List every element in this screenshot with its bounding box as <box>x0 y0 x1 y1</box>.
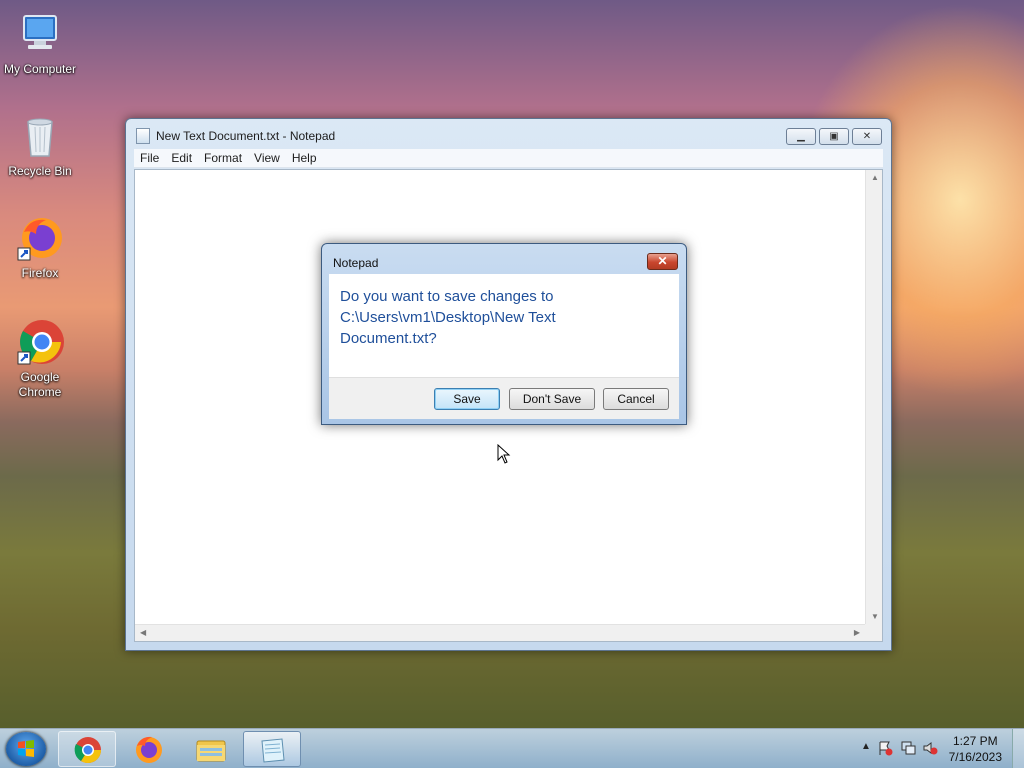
show-hidden-icons-icon[interactable]: ▲ <box>861 741 871 752</box>
desktop-icon-recycle-bin[interactable]: Recycle Bin <box>0 112 80 179</box>
dialog-title: Notepad <box>333 256 379 270</box>
desktop-icon-label: My Computer <box>3 62 77 76</box>
clock-time: 1:27 PM <box>952 734 998 748</box>
notepad-titlebar[interactable]: New Text Document.txt - Notepad ▁ ▣ ✕ <box>126 119 891 149</box>
start-button[interactable] <box>6 732 46 766</box>
menu-view[interactable]: View <box>248 149 286 168</box>
close-icon: ✕ <box>657 254 668 268</box>
taskbar: ▲ 1:27 PM 7/16/2023 <box>0 728 1024 768</box>
desktop-icon-google-chrome[interactable]: Google Chrome <box>0 318 80 400</box>
volume-muted-icon[interactable] <box>922 740 938 761</box>
notepad-icon <box>261 738 285 763</box>
menu-format[interactable]: Format <box>198 149 248 168</box>
taskbar-chrome-button[interactable] <box>58 731 116 767</box>
system-tray: ▲ 1:27 PM 7/16/2023 <box>834 729 1024 768</box>
save-button[interactable]: Save <box>434 388 500 410</box>
dialog-message: Do you want to save changes to C:\Users\… <box>340 288 556 347</box>
network-icon[interactable] <box>900 740 916 761</box>
scroll-up-icon[interactable]: ▲ <box>871 173 879 182</box>
vertical-scrollbar[interactable]: ▲ ▼ <box>865 170 882 624</box>
dialog-body: Do you want to save changes to C:\Users\… <box>329 274 679 377</box>
desktop-icon-label: Google Chrome <box>18 370 62 399</box>
dialog-footer: Save Don't Save Cancel <box>329 377 679 419</box>
window-title: New Text Document.txt - Notepad <box>156 129 336 143</box>
save-changes-dialog: Notepad ✕ Do you want to save changes to… <box>321 243 687 425</box>
system-clock[interactable]: 1:27 PM 7/16/2023 <box>949 733 1002 765</box>
horizontal-scrollbar[interactable]: ◀ ▶ <box>135 624 865 641</box>
computer-icon <box>16 10 64 58</box>
clock-date: 7/16/2023 <box>948 750 1002 764</box>
mouse-cursor-icon <box>497 443 511 469</box>
file-explorer-icon <box>196 740 226 762</box>
close-icon: ✕ <box>862 131 872 142</box>
cancel-button[interactable]: Cancel <box>603 388 669 410</box>
action-center-flag-icon[interactable] <box>877 740 893 761</box>
menu-bar: File Edit Format View Help <box>134 149 883 168</box>
recycle-bin-icon <box>16 112 64 160</box>
desktop-icon-firefox[interactable]: Firefox <box>0 214 80 281</box>
taskbar-firefox-button[interactable] <box>119 731 177 767</box>
notepad-icon <box>136 128 150 144</box>
scroll-right-icon[interactable]: ▶ <box>854 628 860 637</box>
windows-logo-icon <box>18 740 34 757</box>
chrome-icon <box>74 737 102 764</box>
scroll-down-icon[interactable]: ▼ <box>871 612 879 621</box>
firefox-icon <box>16 214 64 262</box>
menu-help[interactable]: Help <box>286 149 323 168</box>
restore-icon: ▣ <box>829 131 839 142</box>
taskbar-explorer-button[interactable] <box>181 731 239 767</box>
firefox-icon <box>136 736 162 763</box>
taskbar-notepad-button[interactable] <box>243 731 301 767</box>
minimize-icon: ▁ <box>797 131 805 142</box>
resize-grip[interactable] <box>865 624 882 641</box>
maximize-button[interactable]: ▣ <box>819 128 849 145</box>
chrome-icon <box>16 318 64 366</box>
desktop-icon-label: Recycle Bin <box>8 164 72 178</box>
close-button[interactable]: ✕ <box>852 128 882 145</box>
menu-edit[interactable]: Edit <box>165 149 198 168</box>
menu-file[interactable]: File <box>134 149 165 168</box>
show-desktop-button[interactable] <box>1012 729 1024 768</box>
scroll-left-icon[interactable]: ◀ <box>140 628 146 637</box>
minimize-button[interactable]: ▁ <box>786 128 816 145</box>
desktop-icon-label: Firefox <box>21 266 59 280</box>
dialog-close-button[interactable]: ✕ <box>647 253 678 270</box>
desktop-icon-my-computer[interactable]: My Computer <box>0 10 80 77</box>
dont-save-button[interactable]: Don't Save <box>509 388 595 410</box>
